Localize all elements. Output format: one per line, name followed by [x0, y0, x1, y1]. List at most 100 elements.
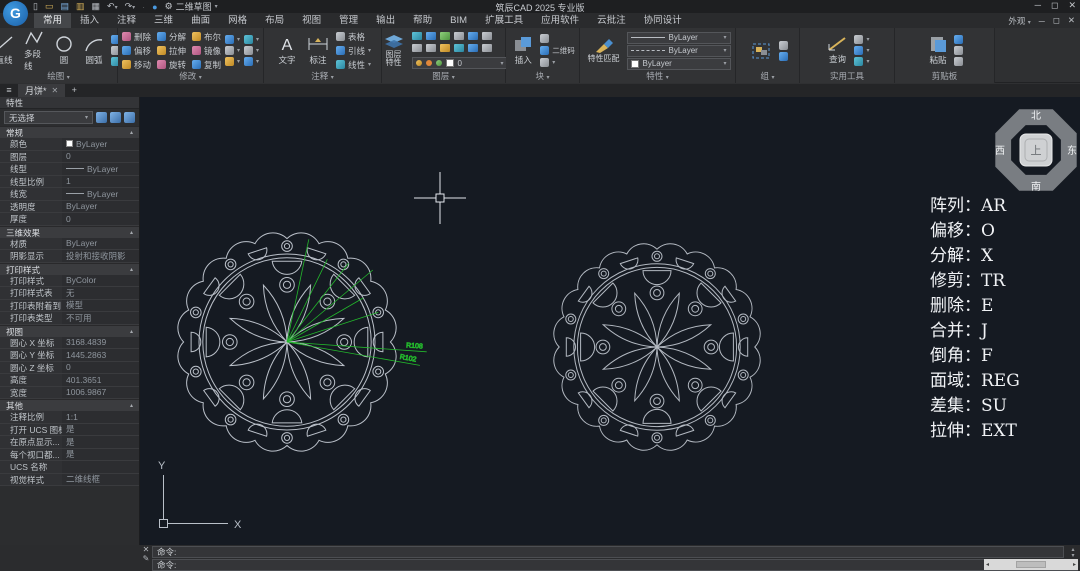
command-input-line[interactable]: 命令: [152, 559, 1078, 571]
modify-tool-移动[interactable]: 移动 [121, 59, 151, 71]
copy-clip-button[interactable] [954, 46, 963, 55]
property-value[interactable]: ByLayer [62, 200, 139, 212]
document-tab[interactable]: 月饼* ✕ [18, 84, 66, 97]
layer-tool-icon[interactable] [439, 32, 450, 40]
qr-code-button[interactable]: 二维码 [540, 45, 575, 56]
document-tab-close-icon[interactable]: ✕ [52, 86, 59, 95]
property-value[interactable]: ByColor [62, 274, 139, 286]
arc-tool-button[interactable]: 圆弧 [81, 35, 107, 66]
layer-tool-icon[interactable] [411, 32, 422, 40]
lineweight-combo[interactable]: ByLayer ▾ [626, 31, 731, 44]
layer-combo[interactable]: 0 ▾ [411, 57, 508, 69]
property-value[interactable]: ByLayer [62, 188, 139, 200]
modify-tool-拉伸[interactable]: 拉伸 [156, 45, 186, 57]
ribbon-tab-视图[interactable]: 视图 [293, 13, 330, 28]
property-value[interactable]: 1 [62, 175, 139, 187]
command-edit-icon[interactable]: ✎ [140, 554, 152, 563]
properties-section-header[interactable]: 视图 ▴ [0, 324, 139, 337]
layer-tool-icon[interactable] [453, 32, 464, 40]
modify-tool-偏移[interactable]: 偏移 [121, 45, 151, 57]
paste-button[interactable]: 粘贴 [926, 35, 950, 66]
match-properties-button[interactable]: 特性匹配 [585, 38, 623, 63]
property-value[interactable]: 投射和接收阴影 [62, 250, 139, 262]
group-edit-button[interactable] [779, 51, 788, 61]
measure-tool-button[interactable]: ▾ [244, 57, 259, 66]
property-value[interactable]: 0 [62, 361, 139, 373]
group-button[interactable] [747, 41, 775, 61]
panel-label-group[interactable]: 组 ▾ [736, 70, 799, 82]
block-editor-button[interactable]: ▾ [540, 58, 575, 67]
doc-close-button[interactable]: ✕ [1068, 15, 1075, 26]
create-block-button[interactable] [540, 34, 575, 43]
property-value[interactable]: 是 [62, 423, 139, 435]
new-document-tab-button[interactable]: + [65, 84, 83, 97]
ribbon-tab-曲面[interactable]: 曲面 [182, 13, 219, 28]
panel-label-annotate[interactable]: 注释 ▾ [264, 70, 381, 82]
close-button[interactable]: ✕ [1068, 0, 1076, 11]
property-value[interactable]: 1445.2863 [62, 349, 139, 361]
ribbon-tab-云批注[interactable]: 云批注 [588, 13, 635, 28]
panel-label-layers[interactable]: 图层 ▾ [382, 70, 505, 82]
ribbon-tab-扩展工具[interactable]: 扩展工具 [476, 13, 532, 28]
panel-label-draw[interactable]: 绘图 ▾ [0, 70, 117, 82]
property-value[interactable]: 0 [62, 213, 139, 225]
property-value[interactable]: 3168.4839 [62, 336, 139, 348]
toggle-pickadd-icon[interactable] [96, 112, 107, 123]
quick-select-icon[interactable] [124, 112, 135, 123]
properties-section-header[interactable]: 其他 ▴ [0, 399, 139, 411]
maximize-button[interactable]: ◻ [1051, 0, 1058, 11]
menu-hamburger-icon[interactable]: ≡ [0, 84, 18, 97]
panel-label-block[interactable]: 块 ▾ [506, 70, 579, 82]
doc-restore-button[interactable]: ◻ [1053, 15, 1060, 26]
property-value[interactable]: 是 [62, 436, 139, 448]
panel-label-modify[interactable]: 修改 ▾ [118, 70, 263, 82]
insert-block-button[interactable]: 插入 [510, 35, 536, 66]
panel-label-properties[interactable]: 特性 ▾ [580, 70, 735, 82]
ribbon-tab-三维[interactable]: 三维 [145, 13, 182, 28]
properties-section-header[interactable]: 常规 ▴ [0, 126, 139, 138]
dimension-tool-button[interactable]: 标注 [304, 35, 332, 66]
fillet-tool-button[interactable]: ▾ [225, 46, 240, 55]
line-tool-button[interactable]: 直线 [0, 35, 17, 66]
measure-query-button[interactable]: 查询 [824, 36, 850, 65]
minimize-button[interactable]: ─ [1035, 0, 1041, 11]
calculator-button[interactable]: ▾ [854, 35, 870, 44]
id-point-button[interactable]: ▾ [854, 46, 870, 55]
scroll-right-icon[interactable]: ▸ [1073, 561, 1076, 568]
linetype-combo[interactable]: ByLayer ▾ [626, 44, 731, 57]
property-value[interactable]: 1:1 [62, 411, 139, 423]
ribbon-tab-协同设计[interactable]: 协同设计 [635, 13, 691, 28]
property-value[interactable]: ByLayer [62, 163, 139, 175]
ribbon-tab-布局[interactable]: 布局 [256, 13, 293, 28]
color-combo[interactable]: ByLayer ▾ [626, 57, 731, 70]
layer-tool-icon[interactable] [411, 44, 422, 52]
ungroup-button[interactable] [779, 40, 788, 50]
property-value[interactable]: 是 [62, 448, 139, 460]
scrollbar-thumb[interactable] [1016, 561, 1046, 568]
leader-tool-button[interactable]: 引线 ▾ [335, 45, 371, 57]
trim-tool-button[interactable]: ▾ [244, 35, 259, 44]
doc-minimize-button[interactable]: ─ [1039, 16, 1045, 26]
ribbon-tab-BIM[interactable]: BIM [441, 13, 476, 28]
layer-tool-icon[interactable] [425, 32, 436, 40]
cut-button[interactable] [954, 35, 963, 44]
modify-tool-旋转[interactable]: 旋转 [156, 59, 186, 71]
property-value[interactable]: ByLayer [62, 237, 139, 249]
layer-tool-icon[interactable] [481, 32, 492, 40]
modify-tool-镜像[interactable]: 镜像 [191, 45, 221, 57]
layer-tool-icon[interactable] [467, 44, 478, 52]
property-value[interactable]: 无 [62, 287, 139, 299]
property-value[interactable]: ByLayer [62, 138, 139, 150]
layer-tool-icon[interactable] [425, 44, 436, 52]
polyline-tool-button[interactable]: 多段线 [21, 29, 47, 72]
table-tool-button[interactable]: 表格 [335, 31, 371, 43]
app-logo-icon[interactable]: G [3, 1, 28, 26]
selection-filter-combo[interactable]: 无选择 ▾ [4, 111, 93, 124]
scroll-left-icon[interactable]: ◂ [986, 561, 989, 568]
ribbon-tab-管理[interactable]: 管理 [330, 13, 367, 28]
appearance-menu[interactable]: 外观 ▾ [1008, 15, 1030, 27]
properties-section-header[interactable]: 打印样式 ▴ [0, 262, 139, 275]
ribbon-tab-注释[interactable]: 注释 [108, 13, 145, 28]
linear-tool-button[interactable]: 线性 ▾ [335, 59, 371, 71]
stretch-tool-button[interactable]: ▾ [244, 46, 259, 55]
